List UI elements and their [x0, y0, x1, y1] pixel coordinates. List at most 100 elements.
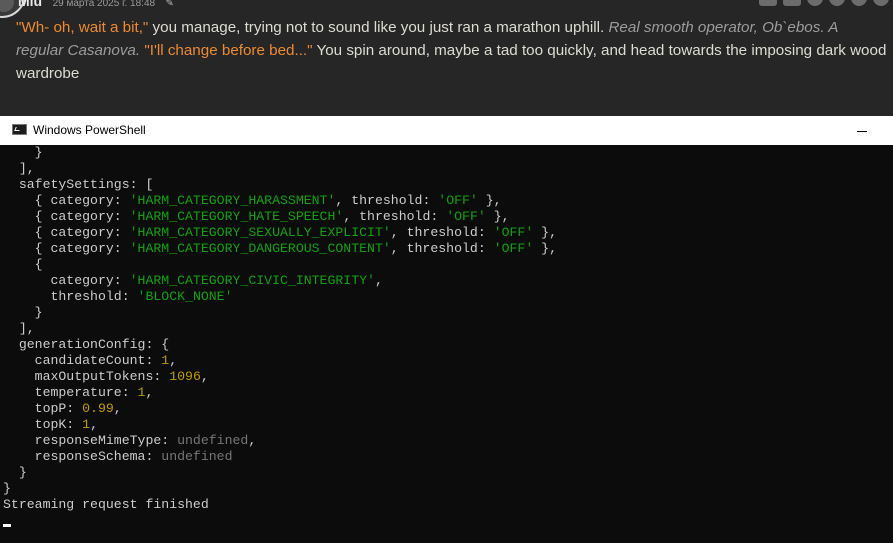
flag-icon[interactable] — [807, 0, 823, 6]
code-token: ], — [3, 321, 35, 336]
narration-text: you manage, trying not to sound like you… — [148, 19, 609, 36]
code-token: }, — [533, 225, 557, 240]
string-token: 'HARM_CATEGORY_CIVIC_INTEGRITY' — [129, 273, 375, 288]
code-token: } — [3, 305, 43, 320]
code-token: category: — [3, 273, 130, 288]
undefined-token: undefined — [161, 449, 233, 464]
code-token: { category: — [3, 193, 130, 208]
console-line: responseMimeType: undefined, — [0, 433, 893, 449]
code-token: responseSchema: — [3, 449, 162, 464]
code-token: { category: — [3, 209, 130, 224]
console-line: responseSchema: undefined — [0, 449, 893, 465]
string-token: 'HARM_CATEGORY_HATE_SPEECH' — [129, 209, 344, 224]
code-token: Streaming request finished — [3, 497, 209, 512]
console-line: } — [0, 305, 893, 321]
console-line: threshold: 'BLOCK_NONE' — [0, 289, 893, 305]
console-line: maxOutputTokens: 1096, — [0, 369, 893, 385]
window-titlebar[interactable]: Windows PowerShell — [0, 116, 893, 145]
number-token: 0.99 — [82, 401, 114, 416]
console-output[interactable]: } ], safetySettings: [ { category: 'HARM… — [0, 145, 893, 513]
code-token: , threshold: — [335, 193, 439, 208]
string-token: 'OFF' — [446, 209, 486, 224]
message-author[interactable]: Miu — [18, 0, 42, 9]
powershell-window: Windows PowerShell } ], safetySettings: … — [0, 116, 893, 543]
message-actions — [759, 0, 889, 6]
more-icon[interactable] — [873, 0, 889, 6]
console-line: category: 'HARM_CATEGORY_CIVIC_INTEGRITY… — [0, 273, 893, 289]
number-token: 1 — [161, 353, 170, 368]
console-line: generationConfig: { — [0, 337, 893, 353]
code-token: , — [248, 433, 257, 448]
console-line: safetySettings: [ — [0, 177, 893, 193]
console-line: { category: 'HARM_CATEGORY_HATE_SPEECH',… — [0, 209, 893, 225]
console-line: } — [0, 145, 893, 161]
text-cursor — [3, 524, 11, 527]
window-title: Windows PowerShell — [33, 123, 146, 137]
message-header: Miu 29 марта 2025 г. 18:48 ✎ — [18, 0, 174, 9]
number-token: 1096 — [169, 369, 201, 384]
undefined-token: undefined — [177, 433, 249, 448]
code-token: candidateCount: — [3, 353, 162, 368]
code-token: { — [3, 257, 43, 272]
console-line: } — [0, 465, 893, 481]
string-token: 'OFF' — [493, 225, 534, 240]
code-token: responseMimeType: — [3, 433, 178, 448]
console-line: temperature: 1, — [0, 385, 893, 401]
edited-icon: ✎ — [165, 0, 174, 9]
code-token: { category: — [3, 241, 130, 256]
string-token: 'BLOCK_NONE' — [137, 289, 233, 304]
console-line: Streaming request finished — [0, 497, 893, 513]
message-text: "Wh- oh, wait a bit," you manage, trying… — [16, 16, 888, 85]
code-token: , threshold: — [390, 225, 494, 240]
console-line: ], — [0, 161, 893, 177]
string-token: 'HARM_CATEGORY_DANGEROUS_CONTENT' — [129, 241, 391, 256]
console-line: topP: 0.99, — [0, 401, 893, 417]
edit-icon[interactable] — [783, 0, 801, 6]
number-token: 1 — [82, 417, 91, 432]
powershell-icon[interactable] — [12, 124, 27, 135]
minimize-button[interactable] — [855, 122, 869, 138]
code-token: , — [169, 353, 178, 368]
code-token: , threshold: — [390, 241, 494, 256]
chat-message: Miu 29 марта 2025 г. 18:48 ✎ "Wh- oh, wa… — [0, 0, 893, 116]
eye-icon[interactable] — [829, 0, 845, 6]
code-token: } — [3, 481, 11, 496]
code-token: } — [3, 465, 27, 480]
console-line: topK: 1, — [0, 417, 893, 433]
code-token: , — [374, 273, 383, 288]
console-line: candidateCount: 1, — [0, 353, 893, 369]
code-token: temperature: — [3, 385, 138, 400]
code-token: topK: — [3, 417, 83, 432]
dialogue-quote: "Wh- oh, wait a bit," — [16, 19, 149, 36]
dialogue-quote: "I'll change before bed..." — [144, 42, 313, 59]
settings-icon[interactable] — [851, 0, 867, 6]
code-token: ], — [3, 161, 35, 176]
code-token: { category: — [3, 225, 130, 240]
code-token: }, — [485, 209, 510, 224]
copy-icon[interactable] — [759, 0, 777, 6]
code-token: generationConfig: { — [3, 337, 170, 352]
console-line: { category: 'HARM_CATEGORY_DANGEROUS_CON… — [0, 241, 893, 257]
code-token: } — [3, 145, 43, 160]
code-token: , — [145, 385, 154, 400]
string-token: 'HARM_CATEGORY_SEXUALLY_EXPLICIT' — [129, 225, 391, 240]
message-date: 29 марта 2025 г. 18:48 — [52, 0, 156, 9]
code-token: , — [113, 401, 122, 416]
code-token: threshold: — [3, 289, 138, 304]
code-token: }, — [477, 193, 502, 208]
code-token: }, — [533, 241, 557, 256]
code-token: topP: — [3, 401, 83, 416]
code-token: , — [200, 369, 209, 384]
string-token: 'OFF' — [438, 193, 478, 208]
console-line: { — [0, 257, 893, 273]
code-token: maxOutputTokens: — [3, 369, 170, 384]
string-token: 'OFF' — [493, 241, 534, 256]
string-token: 'HARM_CATEGORY_HARASSMENT' — [129, 193, 336, 208]
code-token: , — [90, 417, 98, 432]
console-line: ], — [0, 321, 893, 337]
console-line: } — [0, 481, 893, 497]
console-line: { category: 'HARM_CATEGORY_HARASSMENT', … — [0, 193, 893, 209]
code-token: safetySettings: [ — [3, 177, 154, 192]
code-token: , threshold: — [343, 209, 447, 224]
console-line: { category: 'HARM_CATEGORY_SEXUALLY_EXPL… — [0, 225, 893, 241]
